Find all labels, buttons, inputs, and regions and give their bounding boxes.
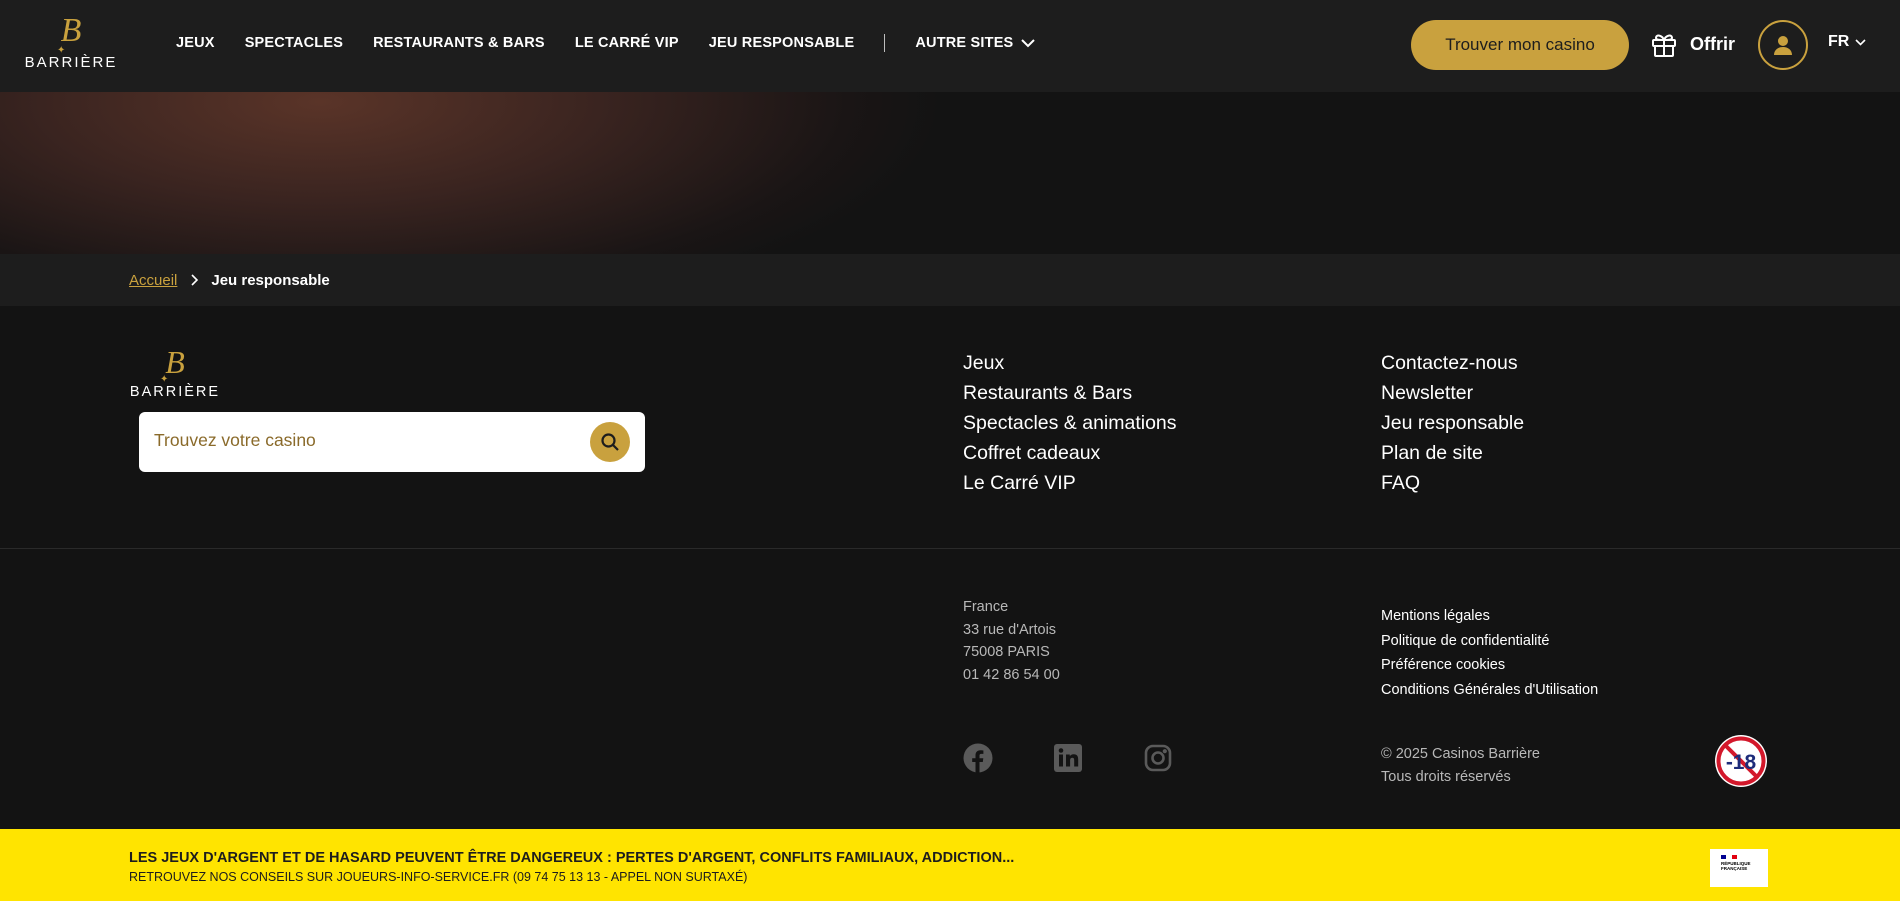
legal-mentions-link[interactable]: Mentions légales bbox=[1381, 604, 1598, 629]
footer-link-contact[interactable]: Contactez-nous bbox=[1381, 348, 1524, 378]
copyright: © 2025 Casinos Barrière Tous droits rése… bbox=[1381, 743, 1540, 789]
search-button[interactable] bbox=[590, 422, 630, 462]
chevron-down-icon bbox=[1855, 38, 1866, 46]
footer-link-coffret[interactable]: Coffret cadeaux bbox=[963, 438, 1177, 468]
account-button[interactable] bbox=[1758, 20, 1808, 70]
other-sites-label: AUTRE SITES bbox=[915, 35, 1014, 51]
french-flag-icon bbox=[1721, 855, 1737, 859]
address-street: 33 rue d'Artois bbox=[963, 621, 1057, 638]
footer-link-faq[interactable]: FAQ bbox=[1381, 468, 1524, 498]
footer-link-newsletter[interactable]: Newsletter bbox=[1381, 378, 1524, 408]
chevron-down-icon bbox=[1021, 38, 1036, 47]
instagram-icon bbox=[1144, 744, 1172, 772]
footer-link-restaurants[interactable]: Restaurants & Bars bbox=[963, 378, 1177, 408]
breadcrumb: Accueil Jeu responsable bbox=[0, 254, 1900, 306]
footer-links-primary: Jeux Restaurants & Bars Spectacles & ani… bbox=[963, 348, 1177, 498]
chevron-right-icon bbox=[191, 274, 199, 286]
address-country: France bbox=[963, 599, 1009, 615]
breadcrumb-current: Jeu responsable bbox=[211, 271, 330, 289]
republique-francaise-logo: RÉPUBLIQUE FRANÇAISE bbox=[1710, 849, 1768, 887]
nav-restaurants-bars[interactable]: RESTAURANTS & BARS bbox=[373, 35, 545, 51]
footer-link-spectacles[interactable]: Spectacles & animations bbox=[963, 408, 1177, 438]
footer-logo[interactable]: B ✦ BARRIÈRE bbox=[129, 346, 221, 400]
nav-divider bbox=[884, 34, 886, 52]
monogram-icon: B ✦ bbox=[160, 344, 185, 385]
legal-cgu-link[interactable]: Conditions Générales d'Utilisation bbox=[1381, 678, 1598, 703]
monogram-icon: B ✦ bbox=[57, 12, 82, 57]
casino-search-input[interactable]: Trouvez votre casino bbox=[154, 430, 316, 451]
footer-link-jeux[interactable]: Jeux bbox=[963, 348, 1177, 378]
copyright-text: © 2025 Casinos Barrière bbox=[1381, 746, 1540, 762]
gift-label: Offrir bbox=[1690, 33, 1735, 54]
nav-jeu-responsable[interactable]: JEU RESPONSABLE bbox=[709, 35, 855, 51]
nav-jeux[interactable]: JEUX bbox=[176, 35, 215, 51]
linkedin-link[interactable] bbox=[1053, 743, 1083, 773]
svg-text:-18: -18 bbox=[1726, 751, 1757, 774]
warning-advice: RETROUVEZ NOS CONSEILS SUR JOUEURS-INFO-… bbox=[129, 870, 748, 884]
rights-text: Tous droits réservés bbox=[1381, 769, 1511, 785]
breadcrumb-home-link[interactable]: Accueil bbox=[129, 272, 177, 289]
legal-links: Mentions légales Politique de confidenti… bbox=[1381, 604, 1598, 702]
nav-carre-vip[interactable]: LE CARRÉ VIP bbox=[575, 35, 679, 51]
legal-cookies-link[interactable]: Préférence cookies bbox=[1381, 653, 1598, 678]
nav-spectacles[interactable]: SPECTACLES bbox=[245, 35, 343, 51]
facebook-link[interactable] bbox=[963, 743, 993, 773]
site-header: B ✦ BARRIÈRE JEUX SPECTACLES RESTAURANTS … bbox=[0, 0, 1900, 92]
facebook-icon bbox=[963, 743, 993, 773]
brand-name: BARRIÈRE bbox=[24, 54, 118, 71]
barriere-logo[interactable]: B ✦ BARRIÈRE bbox=[24, 14, 118, 74]
address-phone: 01 42 86 54 00 bbox=[963, 666, 1060, 683]
footer-divider bbox=[0, 548, 1900, 549]
age-restriction-badge: -18 bbox=[1714, 734, 1768, 788]
search-icon bbox=[601, 433, 619, 451]
footer-link-carre-vip[interactable]: Le Carré VIP bbox=[963, 468, 1177, 498]
hero-banner bbox=[0, 92, 1900, 254]
user-icon bbox=[1774, 36, 1792, 55]
casino-search: Trouvez votre casino bbox=[139, 412, 645, 472]
gambling-warning-banner: LES JEUX D'ARGENT ET DE HASARD PEUVENT Ê… bbox=[0, 829, 1900, 901]
footer-link-jeu-responsable[interactable]: Jeu responsable bbox=[1381, 408, 1524, 438]
find-casino-button[interactable]: Trouver mon casino bbox=[1411, 20, 1629, 70]
gift-icon bbox=[1652, 34, 1676, 57]
footer-links-secondary: Contactez-nous Newsletter Jeu responsabl… bbox=[1381, 348, 1524, 498]
address-city: 75008 PARIS bbox=[963, 644, 1050, 660]
language-selector[interactable]: FR bbox=[1828, 33, 1866, 51]
gov-logo-line2: FRANÇAISE bbox=[1721, 866, 1748, 871]
linkedin-icon bbox=[1054, 744, 1082, 772]
nav-other-sites-dropdown[interactable]: AUTRE SITES bbox=[915, 35, 1036, 51]
warning-headline: LES JEUX D'ARGENT ET DE HASARD PEUVENT Ê… bbox=[129, 850, 1015, 866]
no-minors-icon: -18 bbox=[1715, 735, 1767, 787]
footer-brand-name: BARRIÈRE bbox=[129, 384, 221, 400]
footer-link-plan-site[interactable]: Plan de site bbox=[1381, 438, 1524, 468]
company-address: France 33 rue d'Artois 75008 PARIS 01 42… bbox=[963, 596, 1060, 686]
main-nav: JEUX SPECTACLES RESTAURANTS & BARS LE CA… bbox=[176, 0, 1065, 86]
legal-privacy-link[interactable]: Politique de confidentialité bbox=[1381, 629, 1598, 654]
instagram-link[interactable] bbox=[1143, 743, 1173, 773]
gift-button[interactable]: Offrir bbox=[1650, 26, 1735, 62]
language-label: FR bbox=[1828, 33, 1850, 50]
